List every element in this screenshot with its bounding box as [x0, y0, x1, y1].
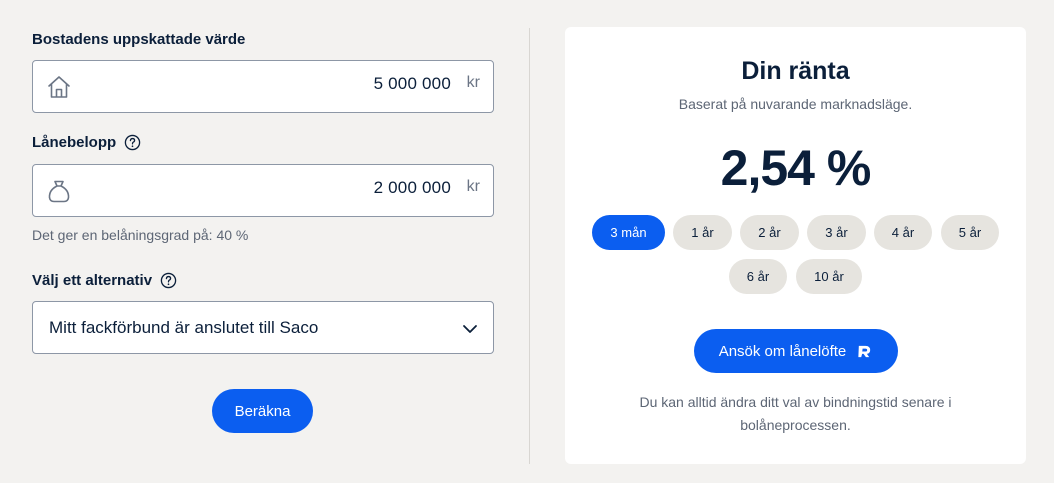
help-icon[interactable] [124, 134, 141, 151]
column-divider [529, 28, 530, 464]
calculate-button[interactable]: Beräkna [212, 389, 313, 433]
property-value-label: Bostadens uppskattade värde [32, 31, 246, 48]
property-value-input[interactable]: 5 000 000 kr [32, 60, 494, 113]
rate-result-card: Din ränta Baserat på nuvarande marknadsl… [565, 27, 1026, 464]
chevron-down-icon [463, 325, 477, 333]
term-pill-10-years[interactable]: 10 år [796, 259, 862, 294]
interest-rate-value: 2,54 % [720, 140, 872, 196]
property-value-amount: 5 000 000 [373, 74, 451, 93]
term-pill-1-year[interactable]: 1 år [673, 215, 732, 250]
term-change-note: Du kan alltid ändra ditt val av bindning… [639, 394, 952, 433]
term-pill-5-years[interactable]: 5 år [941, 215, 999, 250]
loan-amount-value: 2 000 000 [373, 178, 451, 197]
loan-amount-input[interactable]: 2 000 000 kr [32, 164, 494, 217]
union-option-select[interactable]: Mitt fackförbund är anslutet till Saco [32, 301, 494, 354]
apply-loan-promise-button[interactable]: Ansök om lånelöfte [694, 329, 898, 373]
bank-logo-icon [858, 345, 871, 357]
term-pill-4-years[interactable]: 4 år [874, 215, 932, 250]
loan-amount-label: Lånebelopp [32, 134, 141, 151]
money-bag-icon [48, 180, 70, 203]
loan-amount-unit: kr [466, 178, 480, 195]
house-icon [48, 76, 70, 98]
property-value-unit: kr [466, 74, 480, 91]
term-pill-3-months[interactable]: 3 mån [592, 215, 665, 250]
term-pill-6-years[interactable]: 6 år [729, 259, 787, 294]
rate-title: Din ränta [741, 57, 850, 85]
rate-subtitle: Baserat på nuvarande marknadsläge. [678, 96, 913, 112]
help-icon[interactable] [160, 272, 177, 289]
union-option-selected: Mitt fackförbund är anslutet till Saco [49, 318, 319, 337]
option-label: Välj ett alternativ [32, 272, 177, 289]
loan-to-value-text: Det ger en belåningsgrad på: 40 % [32, 227, 249, 243]
term-pill-3-years[interactable]: 3 år [807, 215, 866, 250]
term-pill-2-years[interactable]: 2 år [740, 215, 799, 250]
apply-button-label: Ansök om lånelöfte [718, 342, 847, 360]
